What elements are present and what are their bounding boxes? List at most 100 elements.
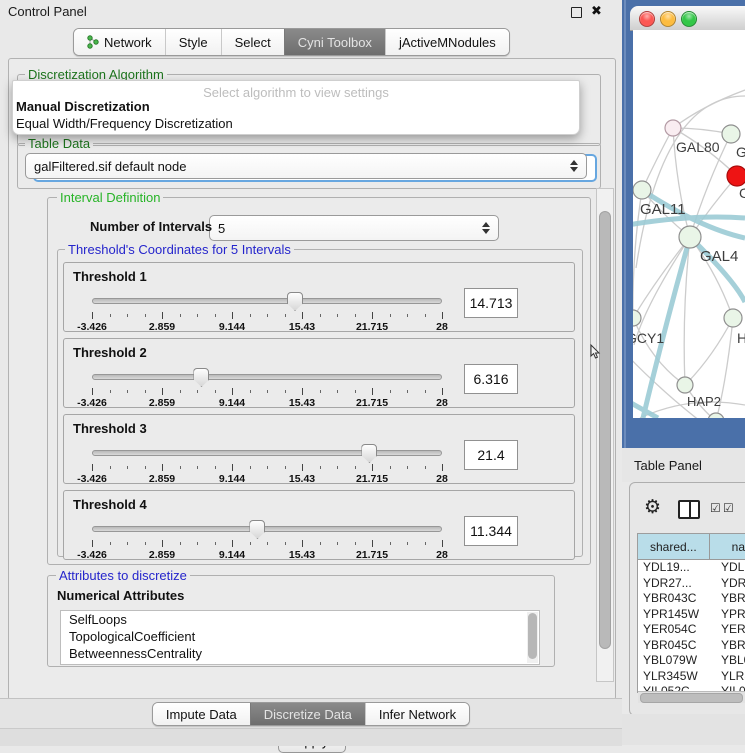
slider-thumb[interactable] — [193, 368, 209, 387]
checkbox-icon[interactable]: ☑ — [710, 502, 721, 514]
table-row[interactable]: YDR27...YDR2 — [638, 576, 745, 592]
cell-shared-name[interactable]: YPR145W — [638, 607, 715, 623]
network-node-hap2[interactable] — [677, 377, 693, 393]
scrollbar-thumb[interactable] — [599, 211, 611, 649]
cell-shared-name[interactable]: YDL19... — [638, 560, 715, 576]
tab-discretize-data[interactable]: Discretize Data — [250, 703, 365, 725]
network-node-c[interactable] — [727, 166, 745, 186]
table-row[interactable]: YBL079WYBL0 — [638, 653, 745, 669]
tab-impute-data[interactable]: Impute Data — [153, 703, 250, 725]
minimize-traffic-light-icon[interactable] — [660, 11, 676, 27]
tab-select[interactable]: Select — [221, 29, 284, 55]
cell-name[interactable]: YPR1 — [715, 607, 745, 623]
slider-axis-labels: -3.4262.8599.14415.4321.71528 — [92, 321, 442, 333]
panel-title: Control Panel — [8, 4, 87, 19]
attribute-list-item[interactable]: SelfLoops — [61, 611, 539, 628]
network-node-gcy1[interactable] — [633, 310, 641, 326]
numerical-attributes-list[interactable]: SelfLoopsTopologicalCoefficientBetweenne… — [60, 610, 540, 665]
slider-thumb[interactable] — [361, 444, 377, 463]
table-row[interactable]: YDL19...YDL1 — [638, 560, 745, 576]
table-data-value: galFiltered.sif default node — [34, 159, 186, 174]
cell-name[interactable]: YBR0 — [715, 638, 745, 654]
axis-tick-label: 2.859 — [149, 397, 175, 409]
float-window-icon[interactable] — [571, 7, 582, 18]
axis-tick-label: 15.43 — [289, 397, 315, 409]
vertical-scrollbar[interactable] — [596, 188, 614, 682]
hscrollbar-thumb[interactable] — [640, 693, 743, 703]
axis-tick-label: -3.426 — [77, 321, 107, 333]
num-intervals-select[interactable]: 5 — [209, 215, 499, 241]
network-node[interactable] — [708, 413, 724, 418]
num-intervals-label: Number of Intervals — [87, 219, 215, 234]
threshold-value-field-2[interactable] — [464, 364, 518, 394]
table-horizontal-scrollbar[interactable] — [638, 691, 745, 703]
tab-label: Infer Network — [379, 707, 456, 722]
menu-item-manual-discretization[interactable]: Manual Discretization — [16, 99, 150, 114]
attribute-list-item[interactable]: BetweennessCentrality — [61, 645, 539, 662]
close-icon[interactable]: ✖ — [591, 3, 602, 19]
cell-name[interactable]: YDR2 — [715, 576, 745, 592]
slider-track[interactable] — [92, 374, 442, 380]
table-row[interactable]: YBR043CYBR0 — [638, 591, 745, 607]
table-row[interactable]: YLR345WYLR3 — [638, 669, 745, 685]
menu-item-equal-width-frequency[interactable]: Equal Width/Frequency Discretization — [16, 116, 233, 131]
threshold-value-field-4[interactable] — [464, 516, 518, 546]
tab-cyni-toolbox[interactable]: Cyni Toolbox — [284, 29, 385, 55]
cell-shared-name[interactable]: YBL079W — [638, 653, 715, 669]
cell-name[interactable]: YBL0 — [715, 653, 745, 669]
table-data-select[interactable]: galFiltered.sif default node — [25, 153, 587, 179]
axis-tick-label: 2.859 — [149, 549, 175, 561]
node-attribute-table[interactable]: shared... na YDL19...YDL1YDR27...YDR2YBR… — [637, 533, 745, 693]
cell-shared-name[interactable]: YBR043C — [638, 591, 715, 607]
slider-thumb[interactable] — [249, 520, 265, 539]
slider-track[interactable] — [92, 298, 442, 304]
cell-name[interactable]: YER0 — [715, 622, 745, 638]
cell-name[interactable]: YDL1 — [715, 560, 745, 576]
threshold-slider-3[interactable]: -3.4262.8599.14415.4321.71528 — [92, 443, 442, 481]
tab-network[interactable]: Network — [74, 29, 165, 55]
split-columns-icon[interactable] — [678, 500, 700, 519]
threshold-slider-2[interactable]: -3.4262.8599.14415.4321.71528 — [92, 367, 442, 405]
slider-thumb[interactable] — [287, 292, 303, 311]
close-traffic-light-icon[interactable] — [639, 11, 655, 27]
threshold-slider-4[interactable]: -3.4262.8599.14415.4321.71528 — [92, 519, 442, 557]
slider-track[interactable] — [92, 526, 442, 532]
thresholds-group-label: Threshold's Coordinates for 5 Intervals — [65, 242, 294, 257]
tab-style[interactable]: Style — [165, 29, 221, 55]
checkbox-icon[interactable]: ☑ — [723, 502, 734, 514]
stepper-arrows-icon — [482, 222, 490, 234]
threshold-value-field-1[interactable] — [464, 288, 518, 318]
cell-name[interactable]: YBR0 — [715, 591, 745, 607]
network-node-h[interactable] — [724, 309, 742, 327]
zoom-traffic-light-icon[interactable] — [681, 11, 697, 27]
threshold-value-field-3[interactable] — [464, 440, 518, 470]
threshold-slider-1[interactable]: -3.4262.8599.14415.4321.71528 — [92, 291, 442, 329]
table-row[interactable]: YPR145WYPR1 — [638, 607, 745, 623]
gear-icon[interactable]: ⚙ — [644, 498, 661, 517]
cell-name[interactable]: YLR3 — [715, 669, 745, 685]
tab-infer-network[interactable]: Infer Network — [365, 703, 469, 725]
network-canvas[interactable]: GAL80GACGAL11GAL4GCY1HHAP2 — [633, 30, 745, 418]
cell-shared-name[interactable]: YDR27... — [638, 576, 715, 592]
column-header-name[interactable]: na — [710, 534, 745, 559]
network-node-ga[interactable] — [722, 125, 740, 143]
attributes-scrollbar[interactable] — [527, 612, 538, 663]
network-window-titlebar[interactable] — [630, 6, 745, 31]
tab-jactivemnodules[interactable]: jActiveMNodules — [385, 29, 509, 55]
network-node-gal11[interactable] — [633, 181, 651, 199]
column-header-shared-name[interactable]: shared... — [638, 534, 710, 559]
cell-shared-name[interactable]: YLR345W — [638, 669, 715, 685]
slider-track[interactable] — [92, 450, 442, 456]
attributes-groupbox: Attributes to discretize Numerical Attri… — [47, 575, 555, 667]
table-row[interactable]: YBR045CYBR0 — [638, 638, 745, 654]
axis-tick-label: 28 — [436, 321, 448, 333]
table-row[interactable]: YER054CYER0 — [638, 622, 745, 638]
tab-label: Cyni Toolbox — [298, 35, 372, 50]
network-node-gal80[interactable] — [665, 120, 681, 136]
cell-shared-name[interactable]: YBR045C — [638, 638, 715, 654]
control-panel-titlebar: Control Panel ✖ — [0, 0, 622, 24]
numerical-attributes-label: Numerical Attributes — [54, 588, 187, 603]
network-node-gal4[interactable] — [679, 226, 701, 248]
attribute-list-item[interactable]: TopologicalCoefficient — [61, 628, 539, 645]
cell-shared-name[interactable]: YER054C — [638, 622, 715, 638]
